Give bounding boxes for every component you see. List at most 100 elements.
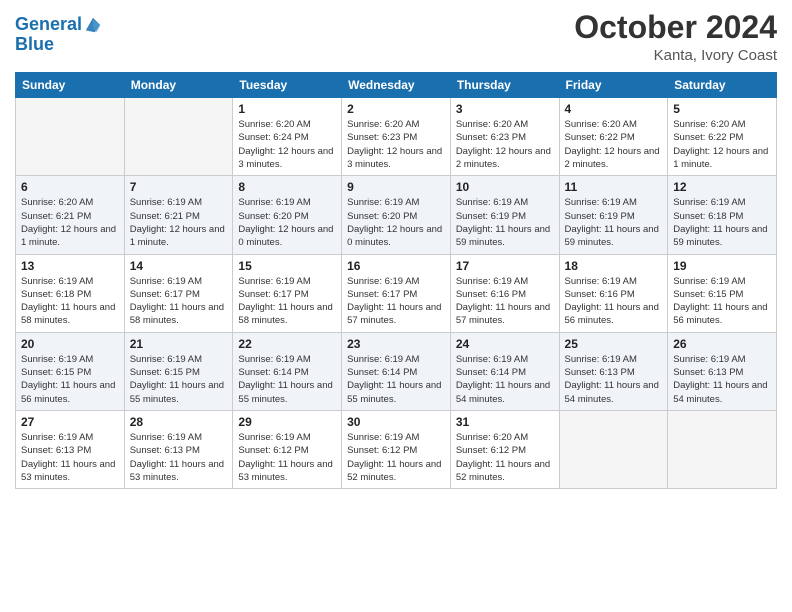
calendar-cell: 13Sunrise: 6:19 AM Sunset: 6:18 PM Dayli…	[16, 254, 125, 332]
calendar-cell	[16, 98, 125, 176]
calendar-page: General Blue October 2024 Kanta, Ivory C…	[0, 0, 792, 612]
day-number: 30	[347, 415, 445, 429]
day-info: Sunrise: 6:19 AM Sunset: 6:17 PM Dayligh…	[130, 275, 228, 328]
day-info: Sunrise: 6:19 AM Sunset: 6:17 PM Dayligh…	[238, 275, 336, 328]
day-number: 28	[130, 415, 228, 429]
day-info: Sunrise: 6:20 AM Sunset: 6:22 PM Dayligh…	[565, 118, 663, 171]
calendar-cell: 8Sunrise: 6:19 AM Sunset: 6:20 PM Daylig…	[233, 176, 342, 254]
calendar-cell: 19 Sunrise: 6:19 AM Sunset: 6:15 PM Dayli…	[668, 254, 777, 332]
day-number: 2	[347, 102, 445, 116]
page-header: General Blue October 2024 Kanta, Ivory C…	[15, 10, 777, 64]
calendar-cell: 6 Sunrise: 6:20 AM Sunset: 6:21 PM Daylig…	[16, 176, 125, 254]
day-number: 11	[565, 180, 663, 194]
day-number: 24	[456, 337, 554, 351]
calendar-cell: 23 Sunrise: 6:19 AM Sunset: 6:14 PM Dayli…	[342, 332, 451, 410]
day-number: 17	[456, 259, 554, 273]
day-info: Sunrise: 6:20 AM Sunset: 6:24 PM Dayligh…	[238, 118, 336, 171]
calendar-cell: 16 Sunrise: 6:19 AM Sunset: 6:17 PM Dayli…	[342, 254, 451, 332]
calendar-cell: 9Sunrise: 6:19 AM Sunset: 6:20 PM Daylig…	[342, 176, 451, 254]
day-number: 27	[21, 415, 119, 429]
day-info: Sunrise: 6:19 AM Sunset: 6:15 PM Dayligh…	[21, 353, 119, 406]
day-info: Sunrise: 6:19 AM Sunset: 6:13 PM Dayligh…	[130, 431, 228, 484]
day-number: 18	[565, 259, 663, 273]
day-number: 9	[347, 180, 445, 194]
calendar-cell	[668, 410, 777, 488]
calendar-cell: 20 Sunrise: 6:19 AM Sunset: 6:15 PM Dayli…	[16, 332, 125, 410]
calendar-cell: 2Sunrise: 6:20 AM Sunset: 6:23 PM Daylig…	[342, 98, 451, 176]
calendar-header-thursday: Thursday	[450, 73, 559, 98]
logo: General Blue	[15, 15, 102, 55]
day-number: 25	[565, 337, 663, 351]
calendar-cell	[559, 410, 668, 488]
day-number: 22	[238, 337, 336, 351]
day-number: 13	[21, 259, 119, 273]
day-info: Sunrise: 6:19 AM Sunset: 6:14 PM Dayligh…	[347, 353, 445, 406]
calendar-cell: 24 Sunrise: 6:19 AM Sunset: 6:14 PM Dayli…	[450, 332, 559, 410]
day-info: Sunrise: 6:20 AM Sunset: 6:21 PM Dayligh…	[21, 196, 119, 249]
day-number: 3	[456, 102, 554, 116]
calendar-header-row: SundayMondayTuesdayWednesdayThursdayFrid…	[16, 73, 777, 98]
day-info: Sunrise: 6:19 AM Sunset: 6:15 PM Dayligh…	[130, 353, 228, 406]
calendar-cell: 18Sunrise: 6:19 AM Sunset: 6:16 PM Dayli…	[559, 254, 668, 332]
day-number: 16	[347, 259, 445, 273]
day-number: 21	[130, 337, 228, 351]
day-info: Sunrise: 6:19 AM Sunset: 6:21 PM Dayligh…	[130, 196, 228, 249]
calendar-cell: 29Sunrise: 6:19 AM Sunset: 6:12 PM Dayli…	[233, 410, 342, 488]
day-number: 5	[673, 102, 771, 116]
calendar-cell: 17 Sunrise: 6:19 AM Sunset: 6:16 PM Dayli…	[450, 254, 559, 332]
day-number: 6	[21, 180, 119, 194]
day-number: 12	[673, 180, 771, 194]
day-number: 20	[21, 337, 119, 351]
calendar-cell: 22 Sunrise: 6:19 AM Sunset: 6:14 PM Dayli…	[233, 332, 342, 410]
calendar-cell: 25 Sunrise: 6:19 AM Sunset: 6:13 PM Dayli…	[559, 332, 668, 410]
day-info: Sunrise: 6:20 AM Sunset: 6:22 PM Dayligh…	[673, 118, 771, 171]
day-info: Sunrise: 6:19 AM Sunset: 6:13 PM Dayligh…	[565, 353, 663, 406]
calendar-cell	[124, 98, 233, 176]
logo-icon	[84, 16, 102, 34]
calendar-cell: 31Sunrise: 6:20 AM Sunset: 6:12 PM Dayli…	[450, 410, 559, 488]
day-info: Sunrise: 6:19 AM Sunset: 6:17 PM Dayligh…	[347, 275, 445, 328]
day-info: Sunrise: 6:19 AM Sunset: 6:15 PM Dayligh…	[673, 275, 771, 328]
day-number: 15	[238, 259, 336, 273]
day-info: Sunrise: 6:19 AM Sunset: 6:12 PM Dayligh…	[238, 431, 336, 484]
day-info: Sunrise: 6:19 AM Sunset: 6:13 PM Dayligh…	[673, 353, 771, 406]
logo-line2: Blue	[15, 35, 102, 55]
calendar-cell: 28 Sunrise: 6:19 AM Sunset: 6:13 PM Dayli…	[124, 410, 233, 488]
calendar-header-wednesday: Wednesday	[342, 73, 451, 98]
calendar-week-row: 20 Sunrise: 6:19 AM Sunset: 6:15 PM Dayli…	[16, 332, 777, 410]
calendar-week-row: 13Sunrise: 6:19 AM Sunset: 6:18 PM Dayli…	[16, 254, 777, 332]
day-number: 23	[347, 337, 445, 351]
day-info: Sunrise: 6:19 AM Sunset: 6:20 PM Dayligh…	[238, 196, 336, 249]
day-info: Sunrise: 6:19 AM Sunset: 6:13 PM Dayligh…	[21, 431, 119, 484]
calendar-header-tuesday: Tuesday	[233, 73, 342, 98]
day-info: Sunrise: 6:19 AM Sunset: 6:14 PM Dayligh…	[238, 353, 336, 406]
calendar-cell: 3 Sunrise: 6:20 AM Sunset: 6:23 PM Daylig…	[450, 98, 559, 176]
day-info: Sunrise: 6:19 AM Sunset: 6:16 PM Dayligh…	[456, 275, 554, 328]
calendar-header-monday: Monday	[124, 73, 233, 98]
calendar-cell: 30 Sunrise: 6:19 AM Sunset: 6:12 PM Dayli…	[342, 410, 451, 488]
calendar-table: SundayMondayTuesdayWednesdayThursdayFrid…	[15, 72, 777, 489]
day-number: 26	[673, 337, 771, 351]
calendar-week-row: 6 Sunrise: 6:20 AM Sunset: 6:21 PM Daylig…	[16, 176, 777, 254]
calendar-header-saturday: Saturday	[668, 73, 777, 98]
day-info: Sunrise: 6:19 AM Sunset: 6:12 PM Dayligh…	[347, 431, 445, 484]
day-number: 14	[130, 259, 228, 273]
day-info: Sunrise: 6:20 AM Sunset: 6:12 PM Dayligh…	[456, 431, 554, 484]
month-title: October 2024	[574, 10, 777, 45]
calendar-cell: 21 Sunrise: 6:19 AM Sunset: 6:15 PM Dayli…	[124, 332, 233, 410]
day-info: Sunrise: 6:19 AM Sunset: 6:19 PM Dayligh…	[565, 196, 663, 249]
calendar-cell: 1 Sunrise: 6:20 AM Sunset: 6:24 PM Daylig…	[233, 98, 342, 176]
day-number: 1	[238, 102, 336, 116]
day-number: 19	[673, 259, 771, 273]
day-info: Sunrise: 6:20 AM Sunset: 6:23 PM Dayligh…	[456, 118, 554, 171]
day-info: Sunrise: 6:19 AM Sunset: 6:14 PM Dayligh…	[456, 353, 554, 406]
calendar-cell: 15 Sunrise: 6:19 AM Sunset: 6:17 PM Dayli…	[233, 254, 342, 332]
day-info: Sunrise: 6:19 AM Sunset: 6:18 PM Dayligh…	[673, 196, 771, 249]
day-number: 10	[456, 180, 554, 194]
calendar-cell: 14 Sunrise: 6:19 AM Sunset: 6:17 PM Dayli…	[124, 254, 233, 332]
calendar-cell: 27 Sunrise: 6:19 AM Sunset: 6:13 PM Dayli…	[16, 410, 125, 488]
calendar-cell: 7Sunrise: 6:19 AM Sunset: 6:21 PM Daylig…	[124, 176, 233, 254]
location: Kanta, Ivory Coast	[574, 47, 777, 64]
calendar-cell: 5 Sunrise: 6:20 AM Sunset: 6:22 PM Daylig…	[668, 98, 777, 176]
calendar-cell: 11 Sunrise: 6:19 AM Sunset: 6:19 PM Dayli…	[559, 176, 668, 254]
